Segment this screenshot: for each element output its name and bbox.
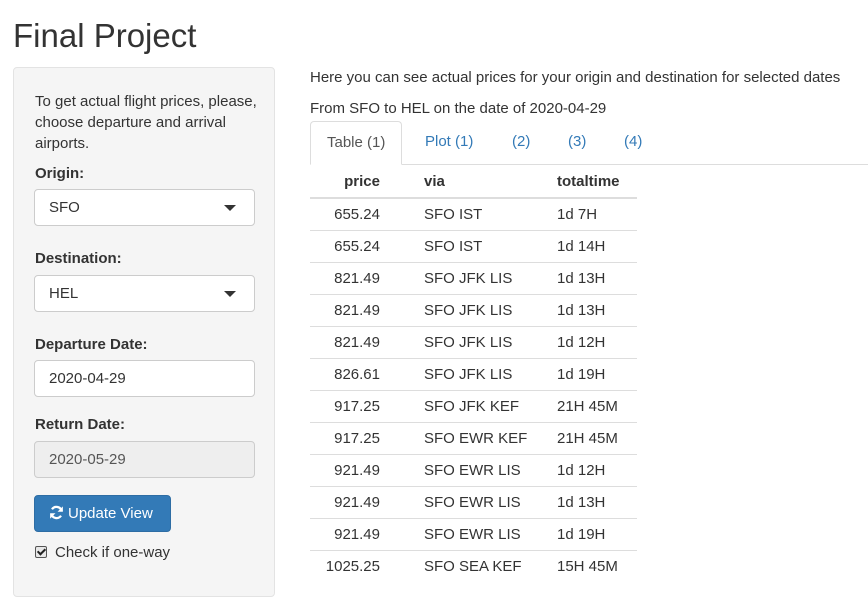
tab-4[interactable]: (4) (624, 121, 642, 165)
table-header-row: price via totaltime (310, 165, 637, 199)
totaltime-cell: 1d 19H (557, 518, 637, 551)
price-cell: 917.25 (310, 422, 398, 455)
departure-date-value: 2020-04-29 (49, 370, 126, 387)
price-cell: 921.49 (310, 486, 398, 519)
totaltime-cell: 1d 19H (557, 358, 637, 391)
column-header-price[interactable]: price (310, 165, 398, 199)
route-summary: From SFO to HEL on the date of 2020-04-2… (310, 100, 607, 117)
via-cell: SFO JFK KEF (398, 390, 557, 423)
table-row: 826.61 SFO JFK LIS 1d 19H (310, 358, 637, 391)
tab-2[interactable]: (2) (512, 121, 530, 165)
tab-plot-1[interactable]: Plot (1) (425, 121, 473, 165)
page-title: Final Project (13, 17, 197, 54)
table-row: 921.49 SFO EWR LIS 1d 13H (310, 486, 637, 519)
totaltime-cell: 1d 12H (557, 326, 637, 359)
origin-value: SFO (49, 199, 80, 216)
price-cell: 655.24 (310, 230, 398, 263)
via-cell: SFO EWR LIS (398, 454, 557, 487)
totaltime-cell: 15H 45M (557, 550, 637, 582)
via-cell: SFO IST (398, 197, 557, 231)
via-cell: SFO SEA KEF (398, 550, 557, 582)
column-header-totaltime[interactable]: totaltime (557, 165, 637, 199)
price-cell: 821.49 (310, 326, 398, 359)
tab-bar: Table (1) Plot (1) (2) (3) (4) (310, 121, 868, 165)
price-cell: 921.49 (310, 454, 398, 487)
destination-label: Destination: (35, 250, 122, 267)
table-row: 921.49 SFO EWR LIS 1d 19H (310, 518, 637, 551)
refresh-icon (50, 505, 63, 520)
table-row: 917.25 SFO EWR KEF 21H 45M (310, 422, 637, 455)
main-description: Here you can see actual prices for your … (310, 69, 841, 86)
via-cell: SFO EWR LIS (398, 486, 557, 519)
via-cell: SFO EWR LIS (398, 518, 557, 551)
via-cell: SFO JFK LIS (398, 294, 557, 327)
price-cell: 921.49 (310, 518, 398, 551)
table-row: 821.49 SFO JFK LIS 1d 12H (310, 326, 637, 359)
table-row: 821.49 SFO JFK LIS 1d 13H (310, 294, 637, 327)
price-cell: 821.49 (310, 294, 398, 327)
table-row: 1025.25 SFO SEA KEF 15H 45M (310, 550, 637, 582)
origin-label: Origin: (35, 165, 85, 182)
column-header-via[interactable]: via (398, 165, 557, 199)
totaltime-cell: 1d 13H (557, 486, 637, 519)
chevron-down-icon (224, 205, 236, 211)
totaltime-cell: 1d 14H (557, 230, 637, 263)
sidebar-intro-text: To get actual flight prices, please, cho… (35, 93, 257, 152)
price-cell: 655.24 (310, 197, 398, 231)
totaltime-cell: 1d 13H (557, 294, 637, 327)
one-way-checkbox-row[interactable]: Check if one-way (35, 544, 170, 562)
departure-date-label: Departure Date: (35, 336, 148, 353)
tab-3[interactable]: (3) (568, 121, 586, 165)
via-cell: SFO JFK LIS (398, 326, 557, 359)
price-cell: 1025.25 (310, 550, 398, 582)
via-cell: SFO IST (398, 230, 557, 263)
via-cell: SFO JFK LIS (398, 358, 557, 391)
totaltime-cell: 1d 13H (557, 262, 637, 295)
origin-select[interactable]: SFO (34, 189, 255, 226)
table-row: 921.49 SFO EWR LIS 1d 12H (310, 454, 637, 487)
destination-select[interactable]: HEL (34, 275, 255, 312)
flights-table: price via totaltime 655.24 SFO IST 1d 7H 65… (310, 165, 637, 582)
totaltime-cell: 1d 7H (557, 197, 637, 231)
one-way-checkbox[interactable] (35, 546, 47, 558)
via-cell: SFO EWR KEF (398, 422, 557, 455)
return-date-value: 2020-05-29 (49, 451, 126, 468)
table-row: 821.49 SFO JFK LIS 1d 13H (310, 262, 637, 295)
table-row: 917.25 SFO JFK KEF 21H 45M (310, 390, 637, 423)
price-cell: 826.61 (310, 358, 398, 391)
tab-table-1[interactable]: Table (1) (310, 121, 403, 165)
update-view-button[interactable]: Update View (34, 495, 171, 532)
via-cell: SFO JFK LIS (398, 262, 557, 295)
totaltime-cell: 21H 45M (557, 390, 637, 423)
table-row: 655.24 SFO IST 1d 7H (310, 197, 637, 231)
one-way-label: Check if one-way (55, 544, 171, 561)
table-row: 655.24 SFO IST 1d 14H (310, 230, 637, 263)
chevron-down-icon (224, 291, 236, 297)
departure-date-input[interactable]: 2020-04-29 (34, 360, 255, 397)
totaltime-cell: 1d 12H (557, 454, 637, 487)
return-date-input[interactable]: 2020-05-29 (34, 441, 255, 478)
price-cell: 821.49 (310, 262, 398, 295)
totaltime-cell: 21H 45M (557, 422, 637, 455)
sidebar-panel: To get actual flight prices, please, cho… (13, 67, 275, 597)
update-view-label: Update View (68, 505, 153, 522)
return-date-label: Return Date: (35, 416, 126, 433)
price-cell: 917.25 (310, 390, 398, 423)
destination-value: HEL (49, 285, 79, 302)
